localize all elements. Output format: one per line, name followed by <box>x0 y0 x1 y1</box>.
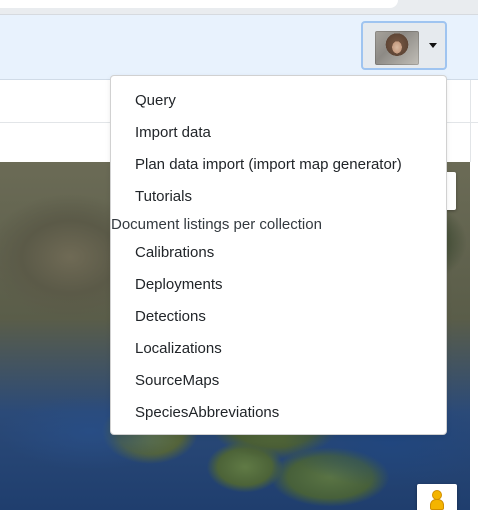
menu-item-deployments[interactable]: Deployments <box>135 275 223 295</box>
menu-item-tutorials[interactable]: Tutorials <box>135 187 192 207</box>
map-control-edge[interactable] <box>446 172 456 210</box>
menu-item-localizations[interactable]: Localizations <box>135 339 222 359</box>
user-avatar <box>375 31 419 65</box>
menu-item-speciesabbreviations[interactable]: SpeciesAbbreviations <box>135 403 279 423</box>
menu-item-import-data[interactable]: Import data <box>135 123 211 143</box>
menu-item-query[interactable]: Query <box>135 91 176 111</box>
menu-item-sourcemaps[interactable]: SourceMaps <box>135 371 219 391</box>
menu-item-detections[interactable]: Detections <box>135 307 206 327</box>
divider <box>470 80 471 162</box>
user-menu-button[interactable] <box>361 21 447 70</box>
caret-down-icon <box>429 43 437 48</box>
user-dropdown-menu: Query Import data Plan data import (impo… <box>110 75 447 435</box>
menu-item-calibrations[interactable]: Calibrations <box>135 243 214 263</box>
menu-item-plan-data-import[interactable]: Plan data import (import map generator) <box>135 155 402 175</box>
street-view-pegman-button[interactable] <box>417 484 457 510</box>
top-header <box>0 15 478 80</box>
section-header-document-listings: Document listings per collection <box>111 216 322 233</box>
app-window: Query Import data Plan data import (impo… <box>0 0 478 510</box>
browser-top-strip <box>0 0 478 15</box>
pegman-body-icon <box>430 499 444 510</box>
address-bar-edge <box>0 0 398 8</box>
